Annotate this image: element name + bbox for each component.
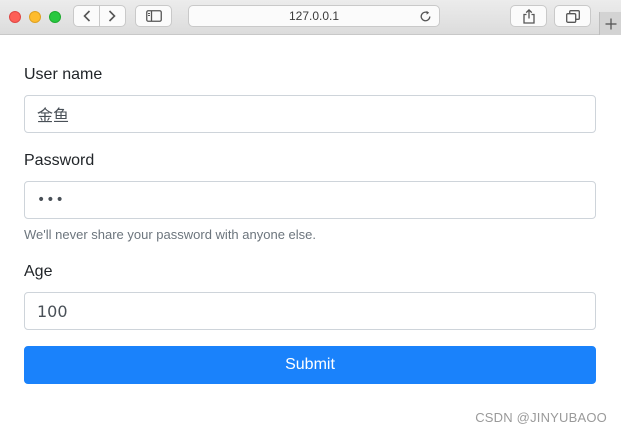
navigation-buttons	[73, 5, 126, 27]
age-value: 100	[37, 301, 68, 321]
share-button[interactable]	[510, 5, 547, 27]
password-label: Password	[24, 152, 95, 169]
browser-titlebar: 127.0.0.1	[0, 0, 621, 35]
username-input[interactable]: 金鱼	[24, 95, 596, 133]
page-content: User name 金鱼 Password ••• We'll never sh…	[0, 36, 621, 432]
username-value: 金鱼	[37, 106, 70, 125]
forward-button[interactable]	[100, 6, 125, 26]
back-button[interactable]	[74, 6, 99, 26]
password-help-text: We'll never share your password with any…	[24, 227, 316, 242]
address-bar[interactable]: 127.0.0.1	[188, 5, 440, 27]
reload-icon[interactable]	[419, 10, 432, 23]
submit-button[interactable]: Submit	[24, 346, 596, 384]
minimize-window-button[interactable]	[29, 11, 41, 23]
new-tab-button[interactable]	[599, 12, 621, 35]
close-window-button[interactable]	[9, 11, 21, 23]
username-label: User name	[24, 66, 103, 83]
watermark-text: CSDN @JINYUBAOO	[475, 410, 607, 425]
tabs-overview-icon	[565, 9, 580, 23]
zoom-window-button[interactable]	[49, 11, 61, 23]
sidebar-toggle-button[interactable]	[135, 5, 172, 27]
plus-icon	[605, 18, 616, 29]
age-label: Age	[24, 263, 53, 280]
show-tabs-button[interactable]	[554, 5, 591, 27]
chevron-left-icon	[82, 10, 90, 22]
password-value: •••	[37, 192, 65, 208]
chevron-right-icon	[109, 10, 117, 22]
password-input[interactable]: •••	[24, 181, 596, 219]
address-text: 127.0.0.1	[288, 9, 340, 23]
share-icon	[522, 8, 535, 24]
sidebar-icon	[145, 10, 162, 22]
age-input[interactable]: 100	[24, 292, 596, 330]
